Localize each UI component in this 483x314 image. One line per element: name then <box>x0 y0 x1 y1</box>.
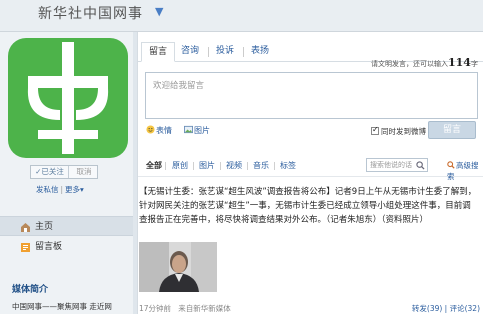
filter-images[interactable]: 图片 <box>199 160 215 171</box>
site-title: 新华社中国网事 <box>38 6 143 22</box>
filter-separator: | <box>164 161 167 170</box>
tab-complaint[interactable]: 投诉 <box>213 42 237 62</box>
post-photo[interactable] <box>139 242 217 292</box>
checkbox-checked-icon <box>371 125 379 135</box>
repost-link[interactable]: 转发(39) <box>412 304 442 313</box>
sync-label: 同时发到微博 <box>381 127 426 136</box>
filter-all[interactable]: 全部 <box>146 160 162 171</box>
sidebar-item-home[interactable]: 主页 <box>0 216 133 236</box>
message-input[interactable]: 欢迎给我留言 <box>145 72 478 119</box>
search-placeholder: 搜索他说的话 <box>370 161 412 169</box>
message-input-placeholder: 欢迎给我留言 <box>153 81 205 91</box>
post-text: 【无锡计生委：张艺谋“超生风波”调查报告将公布】记者9日上午从无锡市计生委了解到… <box>139 187 477 226</box>
emoji-label: 表情 <box>156 126 172 135</box>
smiley-icon <box>146 125 155 134</box>
media-intro-text: 中国网事——聚焦网事 走近网 <box>12 302 112 311</box>
top-bar: 新华社中国网事 ▼ <box>0 0 483 32</box>
title-dropdown-icon[interactable]: ▼ <box>155 5 163 18</box>
media-intro-title: 媒体简介 <box>12 285 49 295</box>
tab-praise[interactable]: 表扬 <box>248 42 272 62</box>
tab-message[interactable]: 留言 <box>141 42 175 62</box>
action-separator: | <box>60 185 64 194</box>
hint-suffix: 字 <box>470 60 478 68</box>
home-icon <box>20 221 31 232</box>
tab-separator <box>243 47 244 57</box>
char-count-hint: 请文明发言，还可以输入114字 <box>371 56 478 69</box>
remaining-char-count: 114 <box>448 56 471 69</box>
feed-search-input[interactable]: 搜索他说的话 <box>366 158 428 172</box>
advanced-search-icon <box>447 161 455 169</box>
unfollow-button[interactable]: 取消 <box>71 166 97 178</box>
main-panel: 留言 咨询 投诉 表扬 请文明发言，还可以输入114字 欢迎给我留言 表情 图片… <box>137 32 483 314</box>
filter-separator: | <box>246 161 249 170</box>
post-source: 来自新华新媒体 <box>178 304 231 313</box>
filter-separator: | <box>219 161 222 170</box>
filter-music[interactable]: 音乐 <box>253 160 269 171</box>
zhong-logo <box>8 38 128 158</box>
sidebar-item-label: 留言板 <box>35 242 63 252</box>
sidebar-item-message-board[interactable]: 留言板 <box>0 237 133 257</box>
followed-button[interactable]: ✓已关注 <box>31 166 69 178</box>
profile-actions: 发私信 | 更多▾ <box>36 184 84 195</box>
filter-original[interactable]: 原创 <box>172 160 188 171</box>
comment-link[interactable]: 评论(32) <box>450 304 480 313</box>
submit-message-button[interactable]: 留言 <box>428 121 476 139</box>
advanced-search-link[interactable]: 高级搜索 <box>447 160 483 182</box>
more-menu[interactable]: 更多▾ <box>65 185 84 194</box>
composer-tabs: 留言 咨询 投诉 表扬 请文明发言，还可以输入114字 <box>138 42 483 69</box>
image-button[interactable]: 图片 <box>184 125 210 136</box>
send-private-message-link[interactable]: 发私信 <box>36 185 59 194</box>
hint-prefix: 请文明发言，还可以输入 <box>371 60 448 68</box>
emoji-button[interactable]: 表情 <box>146 125 172 136</box>
filter-tags[interactable]: 标签 <box>280 160 296 171</box>
tab-separator <box>208 47 209 57</box>
filter-separator: | <box>192 161 195 170</box>
filter-videos[interactable]: 视频 <box>226 160 242 171</box>
message-board-icon <box>20 241 31 252</box>
image-icon <box>184 125 193 134</box>
left-sidebar: ✓已关注 取消 发私信 | 更多▾ 主页 留言板 媒体简介 中国网事——聚焦网事 走… <box>0 32 133 314</box>
filter-separator: | <box>273 161 276 170</box>
post-time[interactable]: 17分钟前 <box>139 304 171 313</box>
sync-to-weibo-checkbox[interactable]: 同时发到微博 <box>371 125 426 137</box>
tab-inquiry[interactable]: 咨询 <box>178 42 202 62</box>
image-label: 图片 <box>194 126 210 135</box>
feed-filter-bar: 全部 | 原创 | 图片 | 视频 | 音乐 | 标签 搜索他说的话 高级搜索 <box>138 155 483 181</box>
sidebar-item-label: 主页 <box>35 222 54 232</box>
post-meta: 17分钟前 来自新华新媒体 转发(39) | 评论(32) <box>139 304 480 313</box>
search-icon[interactable] <box>416 161 425 170</box>
follow-status: ✓已关注 取消 <box>30 165 98 179</box>
